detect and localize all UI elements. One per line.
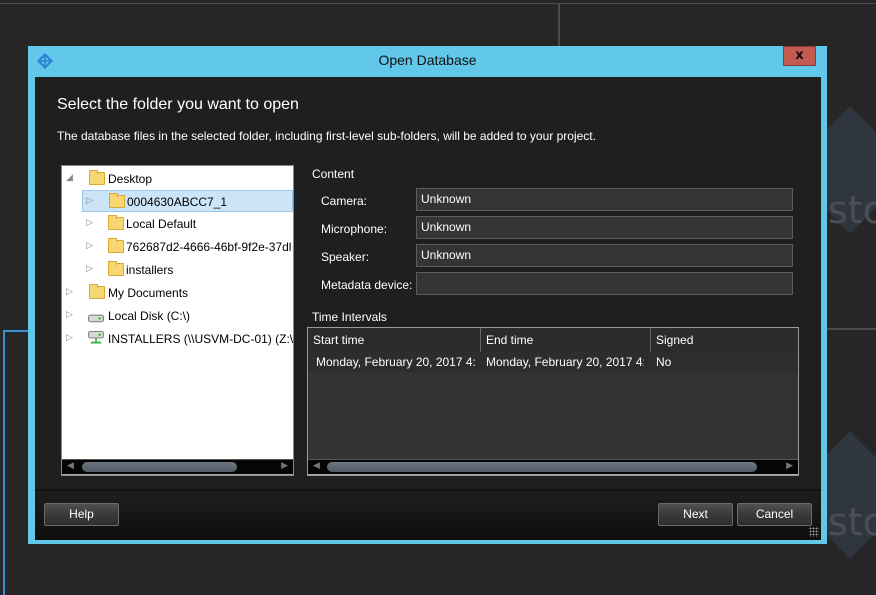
bg-divider-vertical	[558, 3, 560, 49]
bg-divider-horizontal	[827, 328, 876, 330]
folder-icon	[108, 238, 124, 253]
bg-logo-text: stor	[828, 188, 876, 232]
speaker-field: Unknown	[416, 244, 793, 267]
table-row[interactable]: Monday, February 20, 2017 4:0 Monday, Fe…	[308, 352, 798, 372]
microphone-label: Microphone:	[321, 222, 388, 236]
tree-item-installers[interactable]: ▷ installers	[62, 259, 293, 281]
tree-item-desktop[interactable]: ◢ Desktop	[62, 168, 293, 190]
next-button[interactable]: Next	[658, 503, 733, 526]
resize-grip-icon[interactable]	[809, 527, 819, 537]
title-bar[interactable]: Open Database x	[28, 46, 827, 76]
microphone-field: Unknown	[416, 216, 793, 239]
expand-arrow-icon[interactable]: ▷	[66, 310, 73, 320]
page-description: The database files in the selected folde…	[57, 129, 596, 143]
tree-item-label: installers	[126, 263, 174, 277]
table-header: Start time End time Signed	[308, 328, 798, 352]
folder-icon	[108, 215, 124, 230]
tree-item-local-default[interactable]: ▷ Local Default	[62, 213, 293, 235]
collapse-arrow-icon[interactable]: ◢	[66, 173, 73, 183]
expand-arrow-icon[interactable]: ▷	[66, 287, 73, 297]
scroll-right-icon[interactable]: ▶	[281, 461, 288, 471]
expand-arrow-icon[interactable]: ▷	[86, 196, 93, 206]
tree-item-762687d2[interactable]: ▷ 762687d2-4666-46bf-9f2e-37dl	[62, 236, 293, 258]
speaker-label: Speaker:	[321, 250, 370, 264]
expand-arrow-icon[interactable]: ▷	[86, 218, 93, 228]
bg-selected-tile	[3, 330, 31, 595]
cell-start-time: Monday, February 20, 2017 4:0	[316, 355, 476, 369]
tree-item-0004630abcc7-1[interactable]: ▷ 0004630ABCC7_1	[82, 190, 293, 212]
folder-icon	[89, 170, 105, 185]
column-header-start-time[interactable]: Start time	[308, 328, 480, 352]
camera-field: Unknown	[416, 188, 793, 211]
dialog-footer: Help Next Cancel	[35, 489, 821, 540]
network-drive-icon	[88, 331, 104, 344]
tree-item-label: INSTALLERS (\\USVM-DC-01) (Z:\)	[108, 332, 294, 346]
time-intervals-section-label: Time Intervals	[312, 310, 387, 324]
scroll-right-icon[interactable]: ▶	[786, 461, 793, 471]
close-button[interactable]: x	[783, 46, 816, 66]
metadata-device-field	[416, 272, 793, 295]
tree-item-label: Local Default	[126, 217, 197, 231]
tree-item-local-disk-c[interactable]: ▷ Local Disk (C:\)	[62, 305, 293, 327]
window-title: Open Database	[378, 52, 477, 68]
metadata-device-label: Metadata device:	[321, 278, 413, 292]
folder-icon	[108, 261, 124, 276]
tree-horizontal-scrollbar[interactable]: ◀ ▶	[62, 459, 293, 475]
open-database-dialog: Open Database x Select the folder you wa…	[28, 46, 827, 544]
expand-arrow-icon[interactable]: ▷	[86, 264, 93, 274]
tree-item-installers-z[interactable]: ▷ INSTALLERS (\\USVM-DC-01) (Z:\)	[62, 328, 293, 350]
folder-icon	[109, 193, 125, 208]
hard-drive-icon	[88, 314, 104, 323]
content-section-label: Content	[312, 167, 355, 181]
scroll-left-icon[interactable]: ◀	[67, 461, 74, 471]
cancel-button[interactable]: Cancel	[737, 503, 812, 526]
dialog-body: Select the folder you want to open The d…	[35, 77, 821, 540]
tree-item-my-documents[interactable]: ▷ My Documents	[62, 282, 293, 304]
folder-tree[interactable]: ◢ Desktop ▷ 0004630ABCC7_1 ▷ Local Defau…	[61, 165, 294, 476]
tree-item-label: Local Disk (C:\)	[108, 309, 191, 323]
cell-end-time: Monday, February 20, 2017 4:1	[486, 355, 644, 369]
expand-arrow-icon[interactable]: ▷	[86, 241, 93, 251]
tree-item-label: My Documents	[108, 286, 189, 300]
page-heading: Select the folder you want to open	[57, 96, 299, 113]
scroll-thumb[interactable]	[327, 462, 757, 472]
table-horizontal-scrollbar[interactable]: ◀ ▶	[308, 459, 798, 475]
expand-arrow-icon[interactable]: ▷	[66, 333, 73, 343]
bg-logo-text: stor	[828, 500, 876, 544]
camera-label: Camera:	[321, 194, 368, 208]
column-header-end-time[interactable]: End time	[480, 328, 650, 352]
tree-item-label: 762687d2-4666-46bf-9f2e-37dl	[126, 240, 292, 254]
scroll-thumb[interactable]	[82, 462, 237, 472]
cell-signed: No	[656, 355, 672, 369]
scroll-left-icon[interactable]: ◀	[313, 461, 320, 471]
tree-item-label: 0004630ABCC7_1	[127, 195, 228, 209]
tree-item-label: Desktop	[108, 172, 153, 186]
time-intervals-table[interactable]: Start time End time Signed Monday, Febru…	[307, 327, 799, 476]
bg-divider-top	[0, 3, 876, 4]
help-button[interactable]: Help	[44, 503, 119, 526]
column-header-signed[interactable]: Signed	[650, 328, 798, 352]
folder-icon	[89, 284, 105, 299]
